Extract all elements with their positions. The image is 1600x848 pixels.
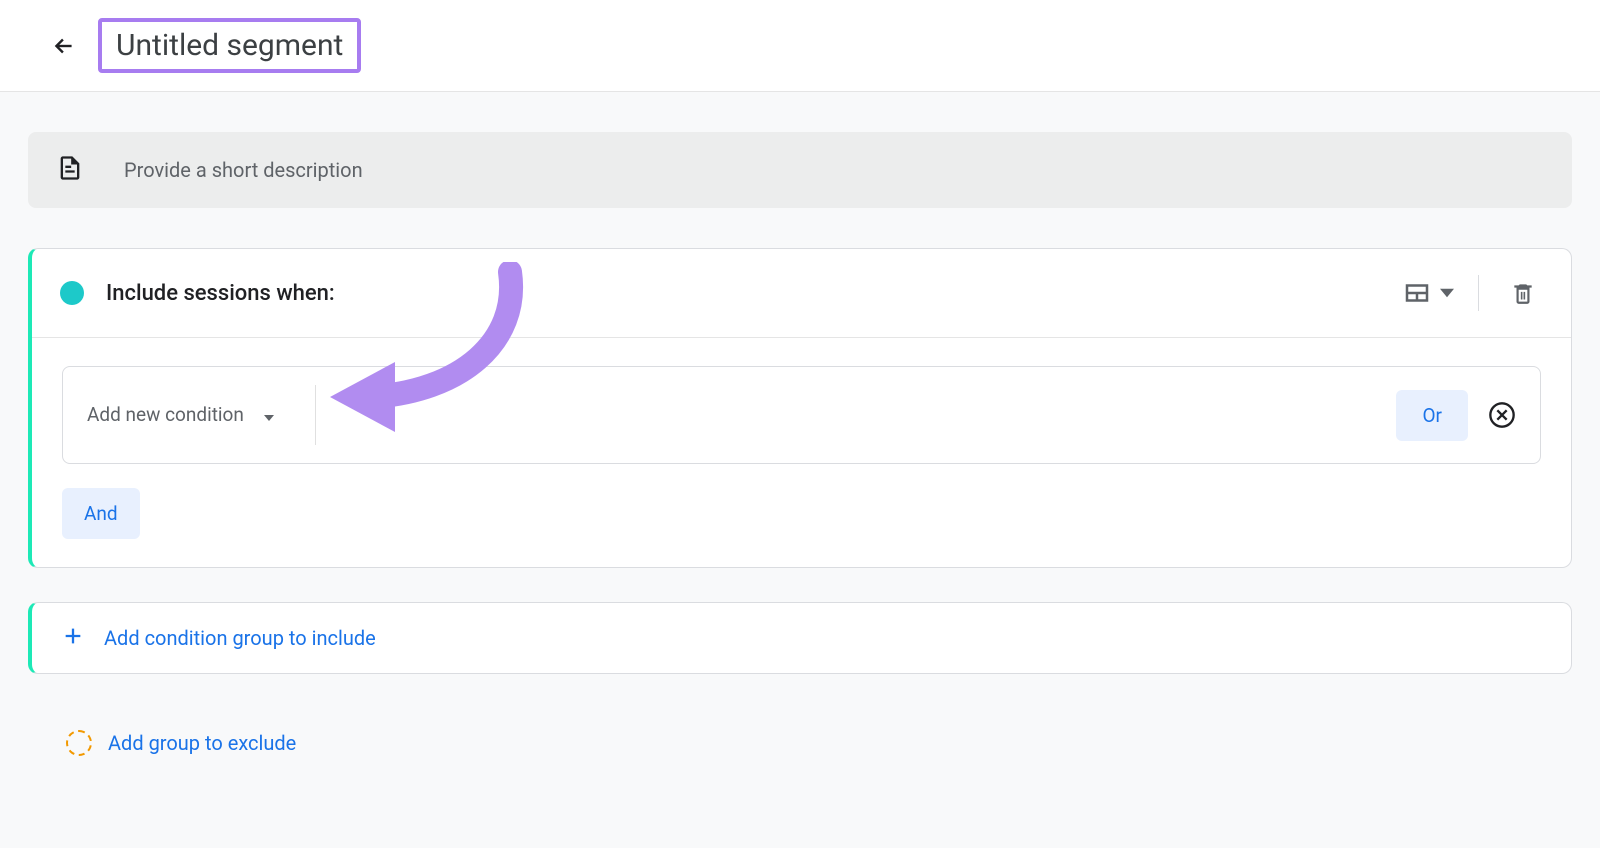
arrow-left-icon [51,33,77,59]
trash-icon [1510,280,1536,306]
include-indicator-icon [60,281,84,305]
dashed-circle-icon [66,730,92,756]
description-field[interactable]: Provide a short description [28,132,1572,208]
document-icon [56,154,84,186]
caret-down-icon [1440,286,1454,300]
add-condition-dropdown[interactable]: Add new condition [87,402,287,429]
delete-group-button[interactable] [1503,273,1543,313]
add-condition-label: Add new condition [87,402,244,429]
condition-row: Add new condition Or [62,366,1541,464]
segment-name-field[interactable]: Untitled segment [98,18,361,73]
include-group-card: Include sessions when: Add new condition [28,248,1572,568]
close-circle-icon [1488,401,1516,429]
add-exclude-group-label: Add group to exclude [108,731,296,755]
add-include-group-label: Add condition group to include [104,626,376,650]
and-label: And [84,502,118,525]
scope-selector[interactable] [1402,278,1454,308]
back-button[interactable] [40,22,88,70]
card-layout-icon [1402,278,1432,308]
and-button[interactable]: And [62,488,140,539]
or-label: Or [1422,404,1442,427]
plus-icon [62,625,84,651]
or-button[interactable]: Or [1396,390,1468,441]
caret-down-icon [264,406,274,425]
include-group-title: Include sessions when: [106,281,1402,306]
description-placeholder: Provide a short description [124,158,363,182]
add-include-group-button[interactable]: Add condition group to include [28,602,1572,674]
add-exclude-group-button[interactable]: Add group to exclude [28,730,1572,756]
segment-name-text: Untitled segment [116,28,343,63]
divider [1478,275,1479,311]
divider [315,385,316,445]
remove-condition-button[interactable] [1488,401,1516,429]
